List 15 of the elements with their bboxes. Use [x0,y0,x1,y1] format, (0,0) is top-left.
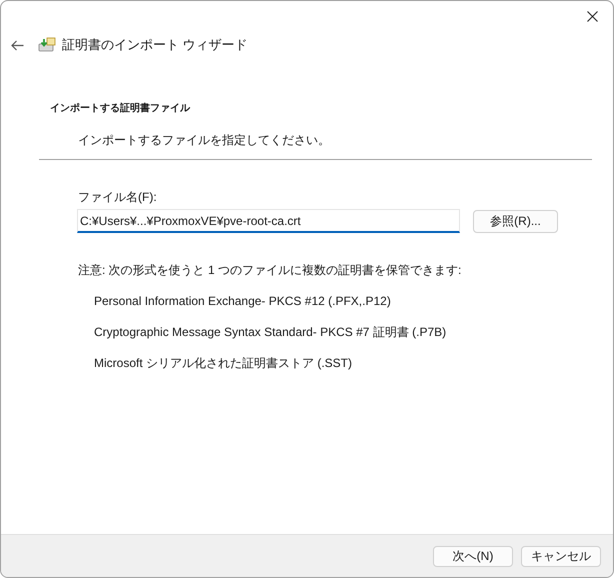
page-heading: インポートする証明書ファイル [50,102,192,116]
browse-button[interactable]: 参照(R)... [473,210,558,232]
format-item: Microsoft シリアル化された証明書ストア (.SST) [94,355,354,372]
close-icon [586,10,598,22]
window-title: 証明書のインポート ウィザード [62,36,248,54]
cancel-button[interactable]: キャンセル [521,546,601,566]
format-item: Personal Information Exchange- PKCS #12 (.PFX,.P12) [94,293,392,310]
format-item: Cryptographic Message Syntax Standard- PKCS #7 証明書 (.P7B) [94,324,448,341]
file-name-label: ファイル名(F): [78,189,158,206]
certificate-import-icon [38,37,56,53]
back-arrow-icon [10,40,24,50]
file-name-field[interactable]: C:¥Users¥...¥ProxmoxVE¥pve-root-ca.crt [77,209,460,233]
next-button[interactable]: 次へ(N) [433,546,513,566]
note-text: 注意: 次の形式を使うと 1 つのファイルに複数の証明書を保管できます: [78,262,462,279]
page-subtitle: インポートするファイルを指定してください。 [78,132,331,149]
